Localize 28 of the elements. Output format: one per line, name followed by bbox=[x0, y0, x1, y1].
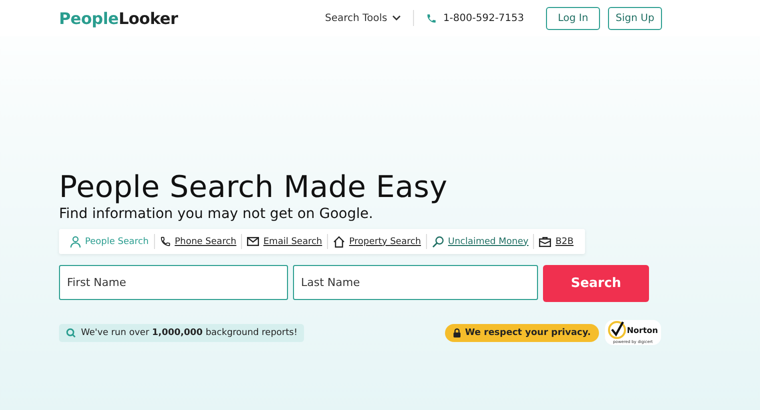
briefcase-icon bbox=[539, 236, 552, 246]
last-name-field[interactable]: Last Name bbox=[293, 265, 538, 300]
phone-number[interactable]: 1-800-592-7153 bbox=[443, 12, 524, 24]
search-tools-menu[interactable]: Search Tools bbox=[325, 12, 402, 24]
reports-text: We've run over 1,000,000 background reports! bbox=[81, 328, 298, 338]
search-tab[interactable]: Email Search bbox=[242, 236, 328, 246]
search-tab[interactable]: Phone Search bbox=[154, 236, 242, 247]
lock-icon bbox=[453, 328, 462, 338]
first-name-field[interactable]: First Name bbox=[59, 265, 288, 300]
hero-subtitle: Find information you may not get on Google. bbox=[59, 206, 374, 222]
person-icon bbox=[70, 236, 81, 248]
magnifier-icon bbox=[432, 236, 444, 248]
caret-icon bbox=[392, 15, 402, 21]
logo[interactable]: PeopleLooker bbox=[59, 8, 178, 28]
search-icon bbox=[66, 328, 76, 338]
privacy-text: We respect your privacy. bbox=[465, 328, 591, 338]
header-button[interactable]: Log In bbox=[546, 6, 600, 30]
search-tab[interactable]: B2B bbox=[534, 236, 579, 246]
hero-title: People Search Made Easy bbox=[59, 170, 448, 206]
phone-icon bbox=[426, 12, 438, 24]
search-button[interactable]: Search bbox=[543, 265, 649, 302]
mail-icon bbox=[247, 237, 260, 246]
search-tab[interactable]: Property Search bbox=[328, 236, 426, 248]
search-tab[interactable]: Unclaimed Money bbox=[427, 236, 534, 248]
phone-icon bbox=[160, 236, 171, 247]
header-button[interactable]: Sign Up bbox=[608, 6, 662, 30]
house-icon bbox=[333, 236, 346, 248]
norton-label: Norton bbox=[626, 326, 658, 334]
